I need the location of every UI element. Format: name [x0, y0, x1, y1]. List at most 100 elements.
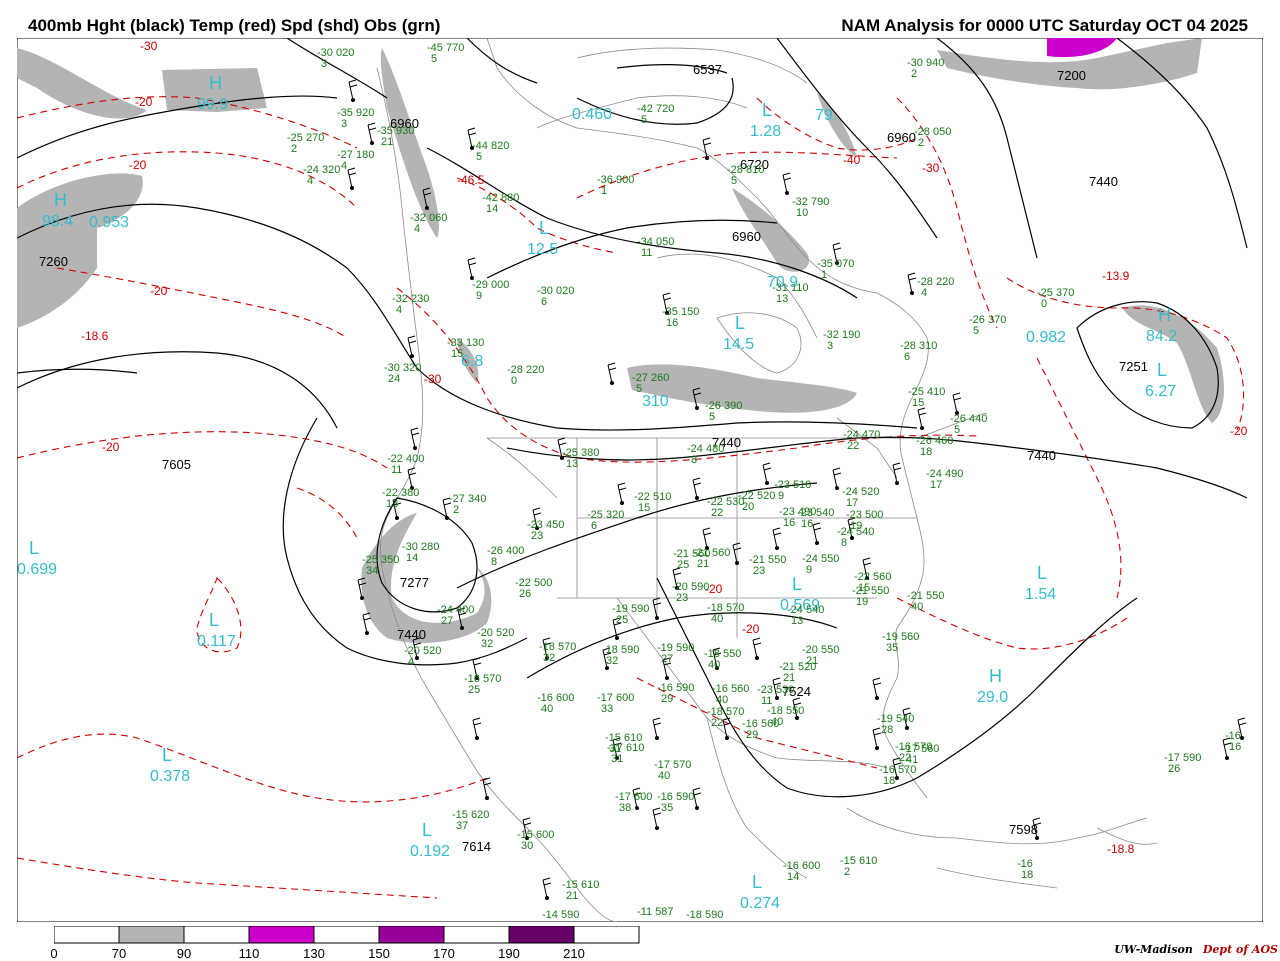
height-value-label: 7260 [39, 254, 68, 269]
obs-dewpoint-depression: 3 [321, 58, 327, 70]
height-value-label: 7440 [1089, 174, 1118, 189]
obs-dewpoint-depression: 18 [1021, 869, 1033, 881]
obs-dewpoint-depression: 23 [753, 565, 765, 577]
obs-dewpoint-depression: 5 [636, 383, 642, 395]
obs-dewpoint-depression: 17 [930, 479, 942, 491]
obs-dewpoint-depression: 4 [921, 287, 927, 299]
obs-dewpoint-depression: 25 [468, 684, 480, 696]
obs-dewpoint-depression: 10 [796, 207, 808, 219]
obs-dewpoint-depression: 2 [291, 143, 297, 155]
obs-dewpoint-depression: 35 [886, 642, 898, 654]
obs-dewpoint-depression: 21 [783, 672, 795, 684]
obs-dewpoint-depression: 11 [641, 247, 652, 259]
center-value-label: 0.953 [89, 214, 129, 231]
obs-dewpoint-depression: 16 [783, 517, 795, 529]
colorbar-tick: 110 [238, 946, 260, 961]
colorbar-tick: 210 [563, 946, 585, 961]
colorbar-tick: 130 [303, 946, 325, 961]
obs-dewpoint-depression: 5 [731, 175, 737, 187]
temperature-value-label: -46.5 [457, 173, 485, 187]
center-value-label: 0.117 [197, 633, 236, 650]
colorbar-tick: 150 [368, 946, 390, 961]
obs-dewpoint-depression: 29 [746, 729, 758, 741]
colorbar-tick: 0 [50, 946, 58, 961]
colorbar-segment [508, 926, 575, 944]
obs-dewpoint-depression: 17 [846, 497, 858, 509]
obs-dewpoint-depression: 13 [386, 498, 398, 510]
height-value-label: 7200 [1057, 68, 1086, 83]
temperature-value-label: -30 [140, 39, 158, 53]
analysis-time-title: NAM Analysis for 0000 UTC Saturday OCT 0… [841, 16, 1248, 35]
temperature-value-label: -13.9 [1102, 269, 1130, 283]
high-center-symbol: H [54, 190, 67, 210]
obs-dewpoint-depression: 14 [787, 871, 799, 883]
obs-dewpoint-depression: 21 [566, 890, 578, 902]
obs-dewpoint-depression: 6 [541, 296, 547, 308]
temperature-value-label: -20 [135, 95, 153, 109]
obs-dewpoint-depression: 22 [899, 752, 911, 764]
obs-dewpoint-depression: 8 [491, 556, 497, 568]
obs-dewpoint-depression: 4 [396, 304, 402, 316]
center-value-label: 84.2 [1146, 328, 1177, 345]
low-center-symbol: L [539, 218, 549, 238]
colorbar-segment [313, 926, 380, 944]
obs-dewpoint-depression: 34 [366, 565, 378, 577]
obs-dewpoint-depression: 23 [531, 530, 543, 542]
weather-map: 7200653767206960696074407260696072517440… [17, 38, 1263, 922]
height-value-label: 7277 [400, 575, 429, 590]
obs-dewpoint-depression: 2 [844, 866, 850, 878]
station-observation: -14 590 [542, 909, 579, 921]
height-value-label: 6537 [693, 62, 722, 77]
obs-dewpoint-depression: 14 [486, 203, 498, 215]
obs-dewpoint-depression: 16 [666, 317, 678, 329]
map-title: 400mb Hght (black) Temp (red) Spd (shd) … [28, 16, 441, 35]
low-center-symbol: L [29, 538, 39, 558]
obs-dewpoint-depression: 40 [541, 703, 553, 715]
obs-dewpoint-depression: 27 [441, 615, 453, 627]
temperature-value-label: -20 [129, 158, 147, 172]
obs-dewpoint-depression: 18 [883, 775, 895, 787]
obs-dewpoint-depression: 33 [601, 703, 613, 715]
obs-dewpoint-depression: 18 [920, 446, 932, 458]
obs-dewpoint-depression: 22 [711, 717, 723, 729]
center-value-label: 99.9 [197, 96, 228, 113]
colorbar-segment [248, 926, 315, 944]
height-value-label: 7605 [162, 457, 191, 472]
colorbar-tick: 170 [433, 946, 455, 961]
obs-dewpoint-depression: 40 [716, 694, 728, 706]
obs-dewpoint-depression: 5 [973, 325, 979, 337]
low-center-symbol: L [209, 610, 219, 630]
obs-dewpoint-depression: 9 [778, 490, 784, 502]
center-value-label: 1.28 [750, 123, 781, 140]
obs-dewpoint-depression: 6 [591, 520, 597, 532]
obs-dewpoint-depression: 40 [771, 716, 783, 728]
height-value-label: 6960 [732, 229, 761, 244]
obs-dewpoint-depression: 9 [806, 564, 812, 576]
colorbar-segment [573, 926, 640, 944]
temperature-value-label: -18.6 [81, 329, 109, 343]
height-value-label: 7598 [1009, 822, 1038, 837]
obs-dewpoint-depression: 3 [341, 118, 347, 130]
obs-dewpoint-depression: 1 [601, 185, 607, 197]
obs-dewpoint-depression: 0 [1041, 298, 1047, 310]
obs-temp-height: -11 587 [637, 906, 674, 918]
obs-dewpoint-depression: 5 [476, 151, 482, 163]
obs-dewpoint-depression: 21 [381, 136, 393, 148]
obs-dewpoint-depression: 15 [638, 502, 650, 514]
credit-org: UW-Madison [1114, 943, 1193, 956]
obs-dewpoint-depression: 5 [954, 424, 960, 436]
obs-dewpoint-depression: 30 [521, 840, 533, 852]
colorbar-segment [183, 926, 250, 944]
obs-dewpoint-depression: 32 [606, 655, 618, 667]
obs-dewpoint-depression: 31 [611, 753, 623, 765]
high-center-symbol: H [1158, 305, 1171, 325]
obs-dewpoint-depression: 2 [918, 137, 924, 149]
center-value-label: 310 [642, 393, 669, 410]
center-value-label: 0.699 [17, 561, 57, 578]
low-center-symbol: L [422, 820, 432, 840]
station-observation: -18 590 [686, 909, 723, 921]
low-center-symbol: L [735, 313, 745, 333]
obs-dewpoint-depression: 37 [456, 820, 468, 832]
height-value-label: 7251 [1119, 359, 1148, 374]
obs-dewpoint-depression: 9 [476, 290, 482, 302]
